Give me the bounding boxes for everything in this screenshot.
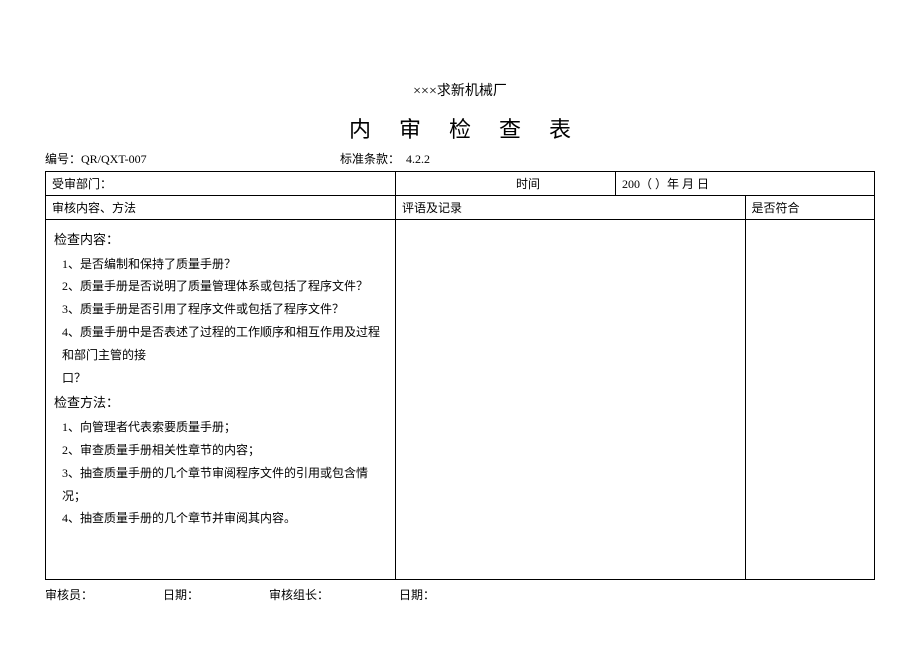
list-item: 3、抽查质量手册的几个章节审阅程序文件的引用或包含情况； xyxy=(54,462,387,508)
col-left-header: 审核内容、方法 xyxy=(46,196,396,220)
audit-table: 受审部门： 时间 200（ ）年 月 日 审核内容、方法 评语及记录 是否符合 … xyxy=(45,171,875,580)
std-label: 标准条款： xyxy=(340,152,400,166)
code-value: QR/QXT-007 xyxy=(81,152,147,166)
list-item: 2、质量手册是否说明了质量管理体系或包括了程序文件？ xyxy=(54,275,387,298)
list-item: 1、是否编制和保持了质量手册？ xyxy=(54,253,387,276)
page-title: 内审检查表 xyxy=(45,112,875,144)
content-left-cell: 检查内容： 1、是否编制和保持了质量手册？ 2、质量手册是否说明了质量管理体系或… xyxy=(46,220,396,580)
list-item: 4、抽查质量手册的几个章节并审阅其内容。 xyxy=(54,507,387,530)
check-method-head: 检查方法： xyxy=(54,391,387,416)
col-mid-header: 评语及记录 xyxy=(396,196,746,220)
content-right-cell xyxy=(745,220,875,580)
list-item: 口？ xyxy=(54,367,387,390)
list-item: 4、质量手册中是否表述了过程的工作顺序和相互作用及过程和部门主管的接 xyxy=(54,321,387,367)
date1-label: 日期： xyxy=(163,586,199,603)
list-item: 2、审查质量手册相关性章节的内容； xyxy=(54,439,387,462)
std-value: 4.2.2 xyxy=(406,152,430,166)
list-item: 3、质量手册是否引用了程序文件或包括了程序文件？ xyxy=(54,298,387,321)
table-row: 审核内容、方法 评语及记录 是否符合 xyxy=(46,196,875,220)
meta-row: 编号：QR/QXT-007 标准条款： 4.2.2 xyxy=(45,150,875,167)
date2-label: 日期： xyxy=(399,586,435,603)
footer-row: 审核员： 日期： 审核组长： 日期： xyxy=(45,586,875,603)
leader-label: 审核组长： xyxy=(269,586,329,603)
dept-cell: 受审部门： xyxy=(46,172,396,196)
table-row: 受审部门： 时间 200（ ）年 月 日 xyxy=(46,172,875,196)
content-mid-cell xyxy=(396,220,746,580)
code-label: 编号： xyxy=(45,152,81,166)
time-label-cell: 时间 xyxy=(396,172,616,196)
auditor-label: 审核员： xyxy=(45,586,93,603)
check-content-head: 检查内容： xyxy=(54,228,387,253)
company-name: ×××求新机械厂 xyxy=(45,80,875,100)
col-right-header: 是否符合 xyxy=(745,196,875,220)
list-item: 1、向管理者代表索要质量手册； xyxy=(54,416,387,439)
time-value-cell: 200（ ）年 月 日 xyxy=(616,172,875,196)
table-row: 检查内容： 1、是否编制和保持了质量手册？ 2、质量手册是否说明了质量管理体系或… xyxy=(46,220,875,580)
